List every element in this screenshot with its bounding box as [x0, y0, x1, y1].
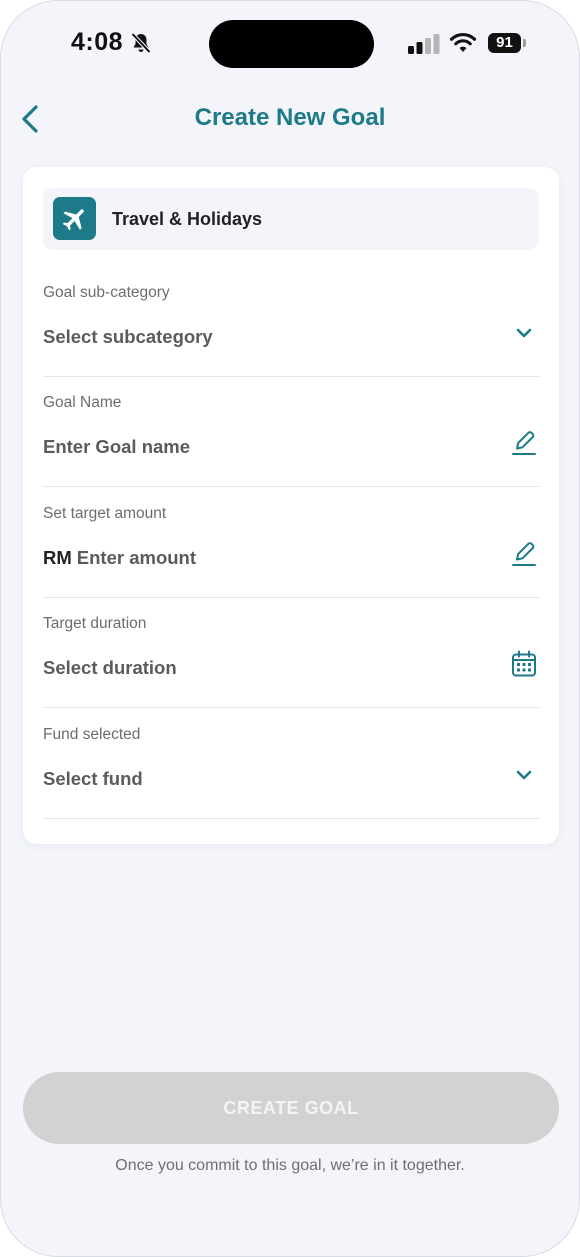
duration-select[interactable]: Select duration — [43, 657, 177, 679]
pencil-icon[interactable] — [509, 539, 539, 569]
airplane-icon — [53, 197, 96, 240]
currency-prefix: RM — [43, 547, 72, 568]
target-duration-label: Target duration — [43, 615, 147, 632]
commit-note: Once you commit to this goal, we’re in i… — [115, 1157, 465, 1174]
calendar-icon[interactable] — [509, 649, 539, 679]
chevron-down-icon[interactable] — [509, 318, 539, 348]
target-amount-input[interactable]: RM Enter amount — [43, 547, 196, 569]
target-duration-field[interactable]: Target duration Select duration — [43, 615, 539, 708]
pencil-icon[interactable] — [509, 428, 539, 458]
battery-icon: 91 — [488, 33, 526, 53]
fund-field[interactable]: Fund selected Select fund — [43, 726, 539, 819]
wifi-icon — [449, 32, 477, 52]
subcategory-label: Goal sub-category — [43, 284, 170, 301]
battery-level: 91 — [488, 33, 521, 53]
bell-muted-icon — [131, 32, 151, 54]
goal-category: Travel & Holidays — [43, 188, 539, 250]
goal-name-field[interactable]: Goal Name Enter Goal name — [43, 394, 539, 487]
target-amount-placeholder: Enter amount — [76, 547, 197, 568]
subcategory-select[interactable]: Select subcategory — [43, 326, 213, 348]
subcategory-field[interactable]: Goal sub-category Select subcategory — [43, 284, 539, 377]
page-title: Create New Goal — [194, 104, 386, 131]
create-goal-button[interactable]: CREATE GOAL — [23, 1072, 559, 1144]
target-amount-field[interactable]: Set target amount RM Enter amount — [43, 505, 539, 598]
goal-name-input[interactable]: Enter Goal name — [43, 436, 190, 458]
fund-label: Fund selected — [43, 726, 141, 743]
status-time: 4:08 — [71, 28, 124, 56]
target-amount-label: Set target amount — [43, 505, 167, 522]
category-label: Travel & Holidays — [112, 209, 263, 229]
cellular-signal-icon — [408, 34, 440, 54]
dynamic-island — [209, 20, 374, 68]
goal-form-card: Travel & Holidays Goal sub-category Sele… — [23, 167, 559, 844]
chevron-down-icon[interactable] — [509, 760, 539, 790]
goal-name-label: Goal Name — [43, 394, 122, 411]
phone-screen: 4:08 91 Create New Goal Travel & Holiday… — [0, 0, 580, 1257]
fund-select[interactable]: Select fund — [43, 768, 143, 790]
